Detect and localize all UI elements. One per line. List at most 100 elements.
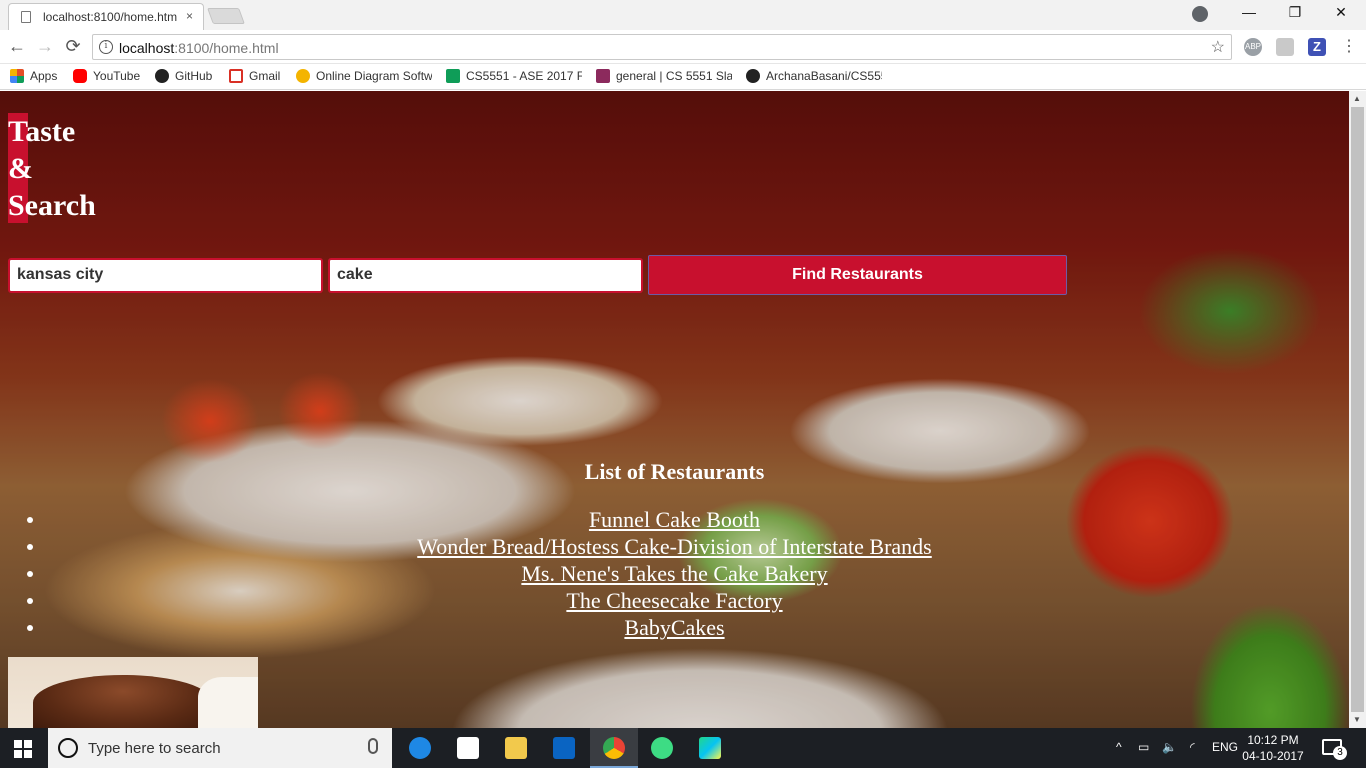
reload-icon[interactable]: ⟳ [62,36,84,57]
restore-button[interactable]: ❐ [1272,4,1318,21]
bulb-icon [296,69,310,83]
food-query-input[interactable]: cake [328,258,643,293]
page-scrollbar[interactable]: ▲ ▼ [1349,91,1366,728]
restaurant-link[interactable]: BabyCakes [624,615,724,640]
tab-title: localhost:8100/home.htm [43,10,178,24]
github-icon [746,69,760,83]
wifi-icon[interactable]: ◜ [1190,740,1195,754]
chrome-icon [603,737,625,759]
profile-avatar-icon[interactable] [1192,6,1208,22]
restaurant-link[interactable]: Wonder Bread/Hostess Cake-Division of In… [417,534,932,559]
outlook-taskbar-button[interactable] [540,728,588,768]
pdf-extension-icon[interactable] [1276,38,1294,56]
sheets-icon [446,69,460,83]
bookmark-star-icon[interactable]: ☆ [1211,37,1225,57]
new-tab-button[interactable] [207,8,245,24]
address-bar[interactable]: i localhost:8100/home.html ☆ [92,34,1232,60]
address-url[interactable]: localhost:8100/home.html [119,40,279,56]
zotero-extension-icon[interactable]: Z [1308,38,1326,56]
cake-slice-shape [33,675,213,728]
restaurant-link[interactable]: Ms. Nene's Takes the Cake Bakery [521,561,827,586]
close-window-button[interactable]: ✕ [1318,4,1364,21]
bookmark-slack[interactable]: general | CS 5551 Sla [596,69,732,83]
edge-taskbar-button[interactable] [396,728,444,768]
bullet-icon [27,625,33,631]
find-restaurants-button[interactable]: Find Restaurants [648,255,1067,295]
outlook-icon [553,737,575,759]
volume-icon[interactable]: 🔈 [1162,740,1177,754]
apps-grid-icon [10,69,24,83]
youtube-icon [73,69,87,83]
bookmark-diagram[interactable]: Online Diagram Softw [296,69,432,83]
cake-image [8,657,258,728]
bookmark-gmail[interactable]: Gmail [229,69,280,83]
logo-line-2: & [8,152,33,185]
bullet-icon [27,544,33,550]
plate-shape [198,677,258,728]
browser-toolbar: ← → ⟳ i localhost:8100/home.html ☆ ABP Z… [0,30,1366,64]
scroll-down-icon[interactable]: ▼ [1353,715,1361,724]
restaurant-list: Funnel Cake Booth Wonder Bread/Hostess C… [0,506,1349,641]
tray-chevron-icon[interactable]: ^ [1116,740,1122,754]
browser-tab[interactable]: localhost:8100/home.htm × [8,3,204,30]
scroll-up-icon[interactable]: ▲ [1353,94,1361,103]
store-icon [457,737,479,759]
taskbar-search-placeholder: Type here to search [88,740,221,757]
results-heading: List of Restaurants [584,459,765,484]
list-item: Wonder Bread/Hostess Cake-Division of In… [0,533,1349,560]
bookmark-apps[interactable]: Apps [10,69,57,83]
clock-date: 04-10-2017 [1242,749,1304,763]
android-studio-taskbar-button[interactable] [638,728,686,768]
battery-icon[interactable]: ▭ [1138,740,1149,754]
bullet-icon [27,598,33,604]
site-info-icon[interactable]: i [99,40,113,54]
tab-close-icon[interactable]: × [186,9,193,23]
logo-line-3: Search [8,189,96,222]
slack-icon [596,69,610,83]
browser-tab-strip: localhost:8100/home.htm × — ❐ ✕ [0,0,1366,30]
bookmark-youtube[interactable]: YouTube [73,69,140,83]
list-item: Ms. Nene's Takes the Cake Bakery [0,560,1349,587]
list-item: Funnel Cake Booth [0,506,1349,533]
clock-time: 10:12 PM [1247,733,1299,747]
page-viewport: Taste & Search kansas city cake Find Res… [0,91,1349,728]
language-indicator[interactable]: ENG [1212,740,1238,754]
cortana-icon [58,738,78,758]
android-studio-icon [651,737,673,759]
file-explorer-icon [505,737,527,759]
chrome-taskbar-button[interactable] [590,728,638,768]
bookmark-cs5551-sheet[interactable]: CS5551 - ASE 2017 Fa [446,69,582,83]
taskbar-search[interactable]: Type here to search [48,728,392,768]
bookmarks-bar: Apps YouTube GitHub Gmail Online Diagram… [0,64,1366,90]
scrollbar-thumb[interactable] [1351,107,1364,712]
taskbar-clock[interactable]: 10:12 PM 04-10-2017 [1242,732,1304,764]
logo-line-1: Taste [8,115,76,148]
bullet-icon [27,571,33,577]
forward-arrow-icon[interactable]: → [34,36,56,57]
store-taskbar-button[interactable] [444,728,492,768]
chrome-menu-icon[interactable]: ⋮ [1340,38,1358,56]
windows-taskbar: Type here to search ^ ▭ 🔈 ◜ ENG 10:12 PM… [0,728,1366,768]
webstorm-taskbar-button[interactable] [686,728,734,768]
gmail-icon [229,69,243,83]
site-logo: Taste & Search [8,113,96,224]
bookmark-github[interactable]: GitHub [155,69,212,83]
list-item: The Cheesecake Factory [0,587,1349,614]
explorer-taskbar-button[interactable] [492,728,540,768]
windows-start-icon[interactable] [14,740,32,758]
github-icon [155,69,169,83]
bookmark-github-repo[interactable]: ArchanaBasani/CS555 [746,69,882,83]
restaurant-link[interactable]: The Cheesecake Factory [566,588,782,613]
bullet-icon [27,517,33,523]
restaurant-link[interactable]: Funnel Cake Booth [589,507,760,532]
list-item: BabyCakes [0,614,1349,641]
action-center-icon[interactable]: 3 [1322,739,1347,760]
location-input[interactable]: kansas city [8,258,323,293]
microphone-icon[interactable] [368,738,378,754]
adblock-extension-icon[interactable]: ABP [1244,38,1262,56]
webstorm-icon [699,737,721,759]
minimize-button[interactable]: — [1226,4,1272,20]
notification-count-badge: 3 [1333,746,1347,760]
edge-icon [409,737,431,759]
back-arrow-icon[interactable]: ← [6,36,28,57]
